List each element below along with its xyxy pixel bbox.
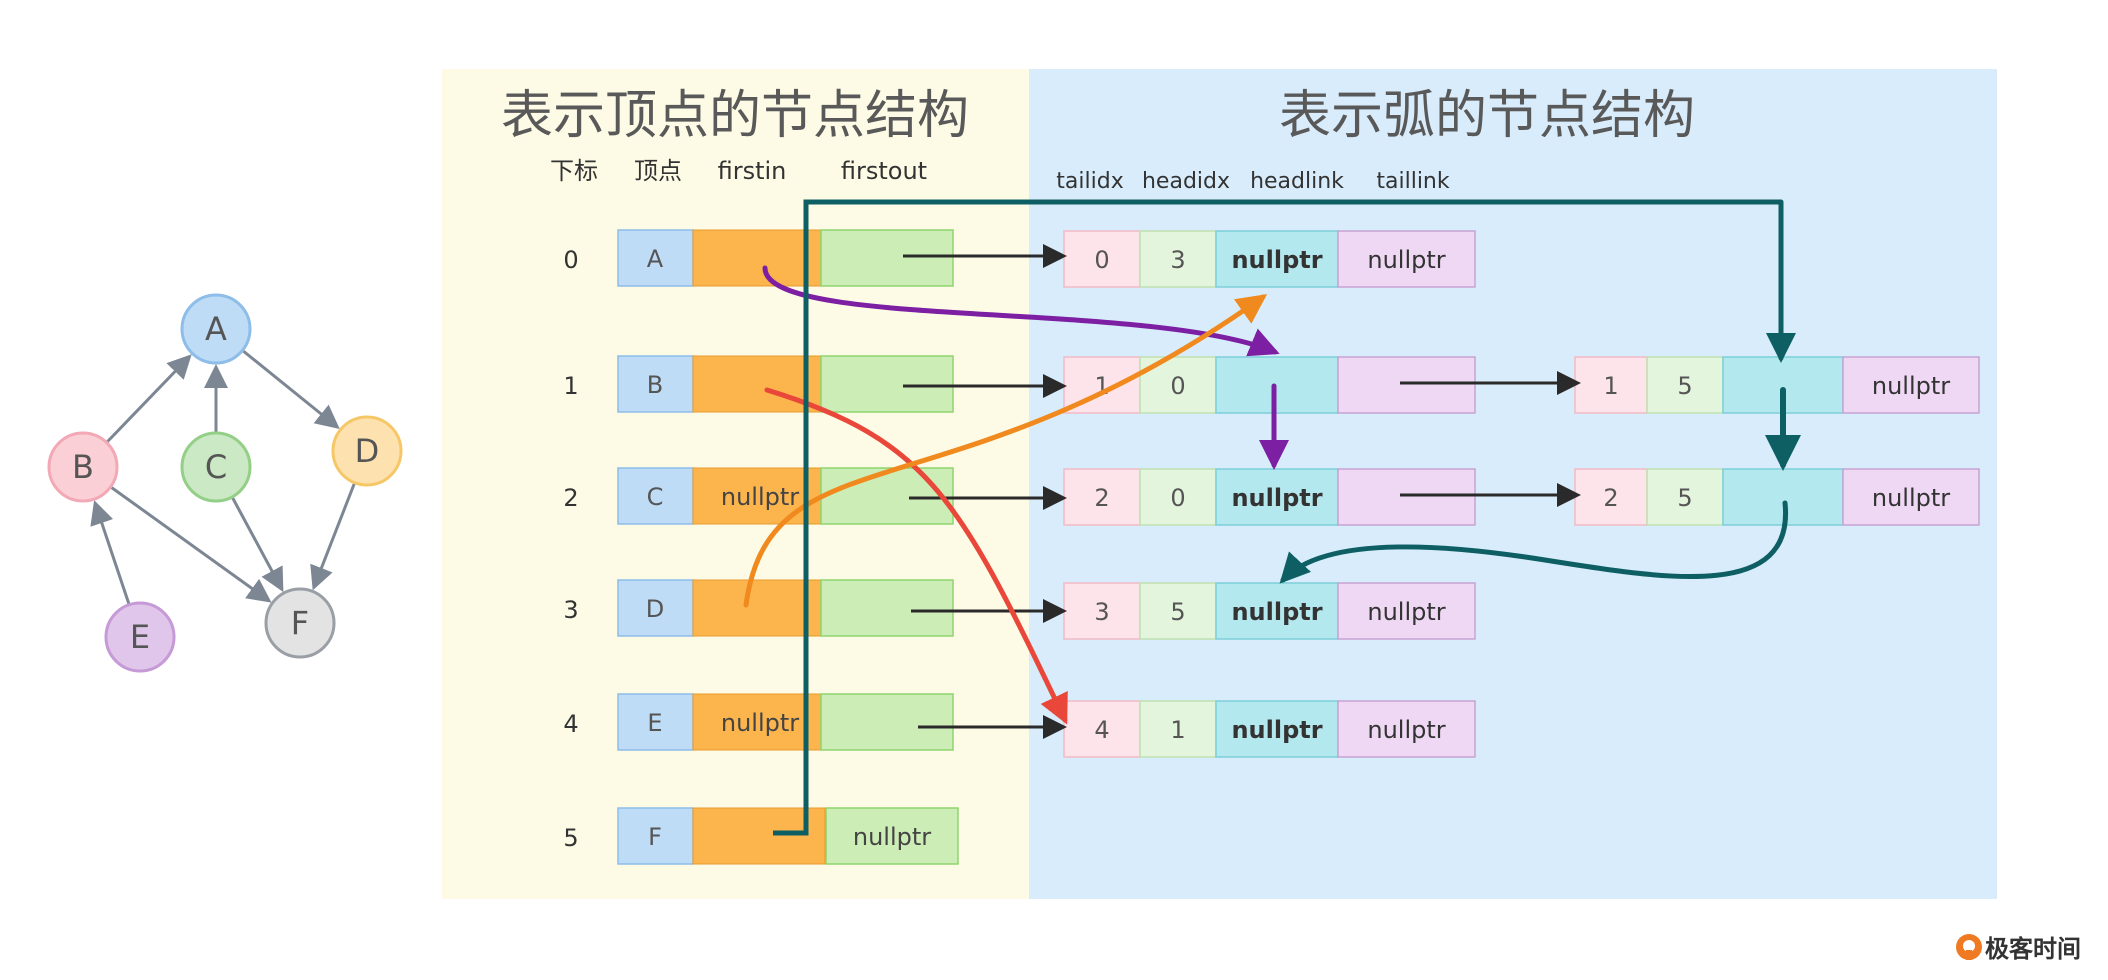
header-firstout: firstout: [841, 157, 927, 185]
arc-headidx-value: 3: [1170, 246, 1185, 274]
arc-headidx-value: 5: [1677, 484, 1692, 512]
arc-node-a41: 4 1 nullptr nullptr: [1063, 700, 1476, 758]
graph-node-A: A: [180, 293, 252, 365]
arc-taillink-value: nullptr: [1872, 484, 1950, 512]
firstout-cell: [820, 229, 954, 287]
vertex-index: 1: [563, 372, 578, 400]
brand-logo: 极客时间: [1956, 934, 2081, 963]
header-headidx: headidx: [1142, 169, 1230, 194]
vertex-row: 2 Cnullptr: [563, 467, 954, 525]
vertex-row: 1B: [563, 355, 954, 413]
graph-edge-A-D: [241, 349, 340, 430]
graph-node-F: F: [264, 587, 336, 659]
vertex-name: C: [647, 483, 664, 511]
firstout-cell: [820, 693, 954, 751]
graph-node-D: D: [331, 415, 403, 487]
header-taillink: taillink: [1376, 169, 1450, 194]
arc-node-a25: 2 5 nullptr: [1574, 468, 1980, 526]
firstin-value: nullptr: [721, 483, 799, 511]
graph-node-label: A: [205, 310, 227, 348]
vertex-index: 5: [563, 824, 578, 852]
firstout-cell: [820, 355, 954, 413]
arc-headlink-value: nullptr: [1231, 484, 1322, 512]
arc-headlink-value: nullptr: [1231, 246, 1322, 274]
header-headlink: headlink: [1250, 169, 1344, 194]
graph-node-B: B: [47, 431, 119, 503]
vertex-name: F: [648, 823, 662, 851]
arc-node-a10: 10: [1063, 356, 1476, 414]
arc-headidx-value: 1: [1170, 716, 1185, 744]
arc-taillink-value: nullptr: [1367, 598, 1445, 626]
header-tailidx: tailidx: [1056, 169, 1123, 194]
arc-tailidx-value: 1: [1603, 372, 1618, 400]
orthogonal-list-diagram: 表示顶点的节点结构 表示弧的节点结构 下标 顶点 firstin firstou…: [47, 69, 2081, 963]
graph-edge-B-F: [109, 485, 272, 603]
vertex-row: 4 Enullptr: [563, 693, 954, 751]
arc-node-a03: 0 3 nullptr nullptr: [1063, 230, 1476, 288]
graph-edge-D-F: [310, 482, 357, 591]
firstout-value: nullptr: [853, 823, 931, 851]
arc-headlink-cell: [1215, 356, 1339, 414]
arc-tailidx-value: 3: [1094, 598, 1109, 626]
vertex-row: 3D: [563, 579, 954, 637]
vertex-index: 2: [563, 484, 578, 512]
graph-node-label: B: [72, 448, 94, 486]
graph-node-label: E: [130, 618, 150, 656]
graph-node-label: F: [291, 604, 309, 642]
arc-headidx-value: 0: [1170, 484, 1185, 512]
arc-headidx-value: 0: [1170, 372, 1185, 400]
firstin-value: nullptr: [721, 709, 799, 737]
arc-node-a35: 3 5 nullptr nullptr: [1063, 582, 1476, 640]
graph-nodes: A B C D E F: [47, 293, 403, 673]
graph-edge-C-F: [230, 496, 284, 593]
graph-node-label: C: [205, 448, 227, 486]
vertex-index: 0: [563, 246, 578, 274]
arc-taillink-value: nullptr: [1367, 716, 1445, 744]
header-index: 下标: [550, 157, 598, 185]
arc-headidx-value: 5: [1170, 598, 1185, 626]
graph-edge-B-A: [105, 354, 192, 444]
arc-headidx-value: 5: [1677, 372, 1692, 400]
vertex-name: D: [646, 595, 664, 623]
diagram-canvas: 表示顶点的节点结构 表示弧的节点结构 下标 顶点 firstin firstou…: [0, 0, 2108, 980]
arc-tailidx-value: 2: [1094, 484, 1109, 512]
firstin-cell: [692, 229, 822, 287]
firstin-cell: [692, 579, 822, 637]
vertex-panel-title: 表示顶点的节点结构: [501, 86, 969, 146]
arc-panel-title: 表示弧的节点结构: [1279, 86, 1695, 146]
arc-tailidx-value: 2: [1603, 484, 1618, 512]
arc-tailidx-value: 4: [1094, 716, 1109, 744]
vertex-name: B: [647, 371, 663, 399]
graph-edge-E-B: [90, 500, 131, 606]
arc-tailidx-value: 0: [1094, 246, 1109, 274]
arc-node-a20: 2 0 nullptr: [1063, 468, 1476, 526]
firstout-cell: [820, 467, 954, 525]
arc-taillink-cell: [1337, 356, 1476, 414]
header-vertex: 顶点: [634, 157, 682, 185]
header-firstin: firstin: [718, 157, 787, 185]
vertex-name: E: [647, 709, 662, 737]
graph-node-E: E: [104, 601, 176, 673]
vertex-row: 0A: [563, 229, 954, 287]
vertex-row: 5 Fnullptr: [563, 807, 959, 865]
arc-taillink-value: nullptr: [1367, 246, 1445, 274]
arc-headlink-value: nullptr: [1231, 598, 1322, 626]
graph-node-label: D: [355, 432, 380, 470]
arc-node-a15: 1 5 nullptr: [1574, 356, 1980, 414]
vertex-name: A: [647, 245, 664, 273]
arc-taillink-value: nullptr: [1872, 372, 1950, 400]
brand-name: 极客时间: [1985, 935, 2081, 963]
firstout-cell: [820, 579, 954, 637]
vertex-index: 4: [563, 710, 578, 738]
graph-node-C: C: [180, 431, 252, 503]
arc-headlink-value: nullptr: [1231, 716, 1322, 744]
vertex-index: 3: [563, 596, 578, 624]
arc-taillink-cell: [1337, 468, 1476, 526]
